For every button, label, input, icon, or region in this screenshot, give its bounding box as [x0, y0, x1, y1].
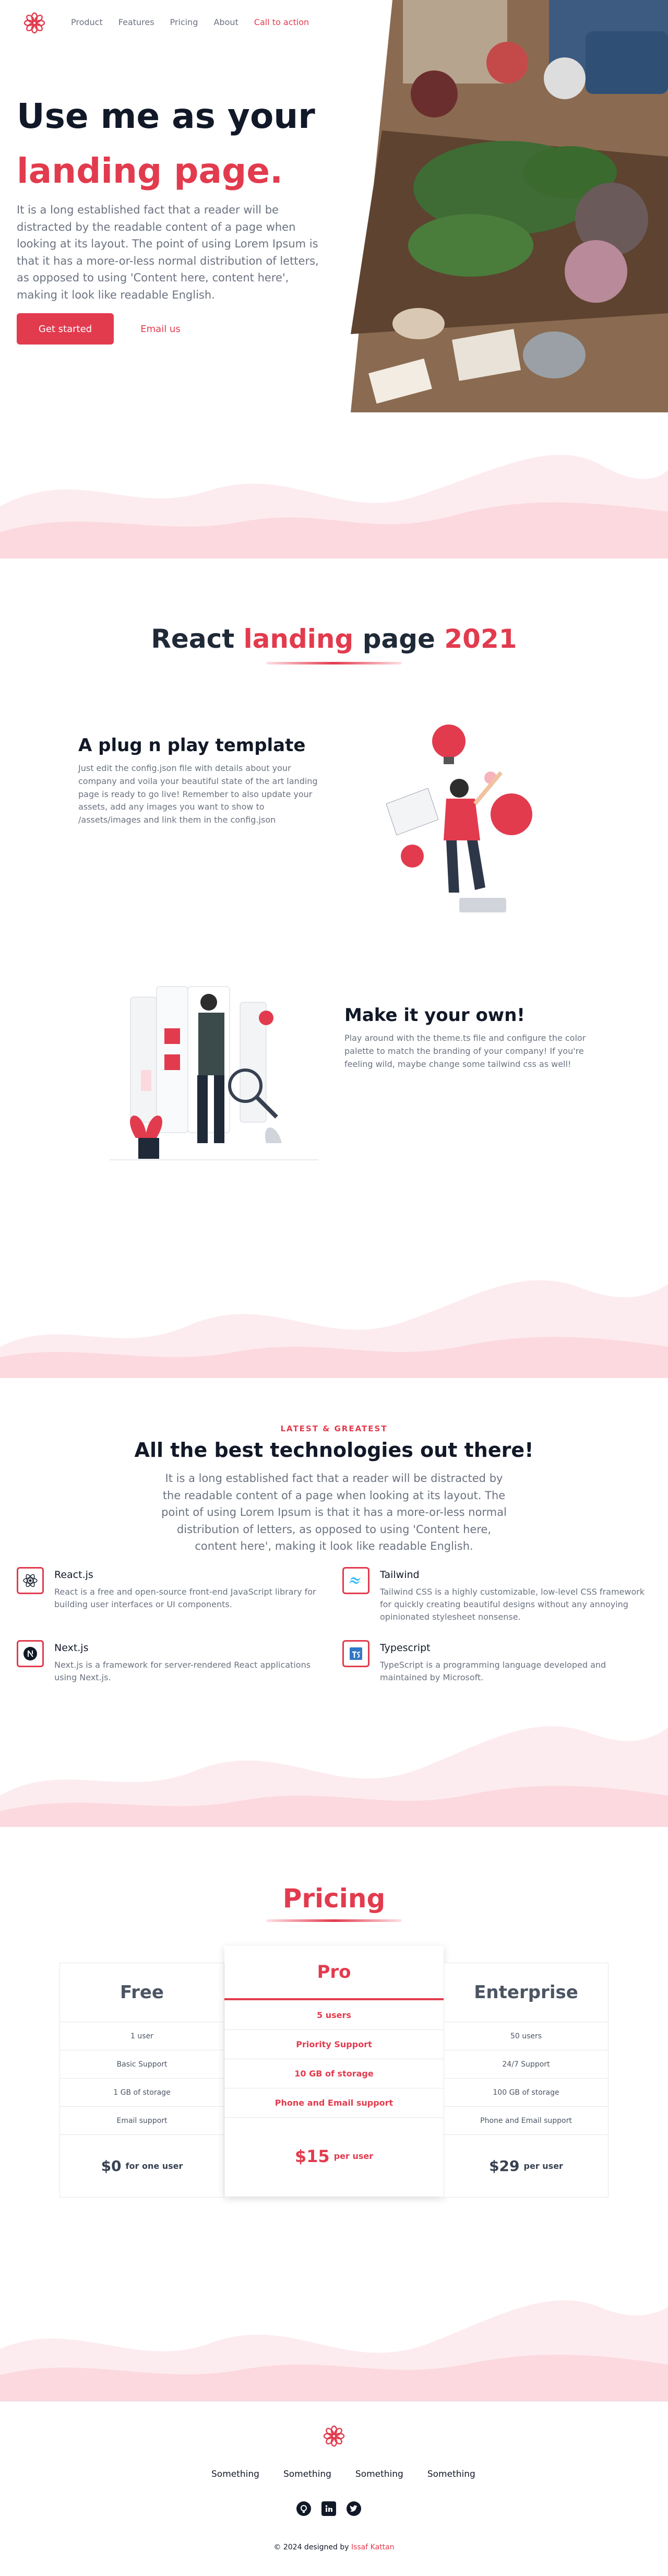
footer-flower-logo-icon[interactable]	[323, 2425, 345, 2448]
plan-price: $29 per user	[444, 2134, 608, 2197]
plan-feature: Priority Support	[224, 2029, 444, 2059]
tech-item-tailwind: Tailwind Tailwind CSS is a highly custom…	[342, 1567, 650, 1623]
nav-about[interactable]: About	[213, 17, 238, 27]
features-heading: React landing page 2021	[0, 624, 668, 654]
plan-feature: 24/7 Support	[444, 2050, 608, 2078]
heading-page: page	[353, 624, 445, 654]
heading-landing: landing	[243, 624, 354, 654]
price-value: $15	[294, 2146, 330, 2166]
get-started-button[interactable]: Get started	[17, 313, 114, 345]
tech-name: Next.js	[54, 1642, 89, 1654]
tech-name: Tailwind	[380, 1569, 420, 1581]
plan-name: Free	[120, 1982, 164, 2003]
app-design-illustration	[110, 986, 318, 1160]
hero-title-line2: landing page.	[17, 150, 283, 191]
plan-feature: 10 GB of storage	[224, 2059, 444, 2088]
nav-product[interactable]: Product	[71, 17, 103, 27]
tech-item-typescript: Typescript TypeScript is a programming l…	[342, 1640, 650, 1684]
feature2-description: Play around with the theme.ts file and c…	[344, 1033, 586, 1069]
feature2-title: Make it your own!	[344, 1005, 525, 1026]
feature1-description: Just edit the config.json file with deta…	[78, 763, 318, 825]
wave-divider-features	[0, 1280, 668, 1378]
top-nav: Product Features Pricing About Call to a…	[23, 11, 309, 34]
lightbulb-illustration	[386, 725, 532, 912]
plan-feature: 1 user	[60, 2022, 224, 2050]
plan-name: Enterprise	[474, 1982, 578, 2003]
plan-feature: 50 users	[444, 2022, 608, 2050]
github-icon[interactable]	[296, 2501, 311, 2516]
plan-feature: 5 users	[317, 2010, 351, 2020]
footer-links: Something Something Something Something	[211, 2469, 475, 2479]
typescript-icon	[342, 1640, 369, 1667]
tailwind-icon	[342, 1567, 369, 1594]
price-period: per user	[333, 2151, 374, 2161]
tech-name: React.js	[54, 1569, 93, 1581]
footer-link[interactable]: Something	[427, 2469, 475, 2479]
plan-pro: Pro 5 users Priority Support 10 GB of st…	[224, 1946, 444, 2197]
email-us-button[interactable]: Email us	[125, 313, 196, 345]
plan-price: $15 per user	[224, 2117, 444, 2194]
wave-divider-tech	[0, 1726, 668, 1827]
footer-link[interactable]: Something	[211, 2469, 259, 2479]
tech-item-react: React.js React is a free and open-source…	[17, 1567, 319, 1611]
flower-logo-icon[interactable]	[23, 11, 46, 34]
plan-enterprise: Enterprise 50 users 24/7 Support 100 GB …	[444, 1963, 609, 2198]
price-value: $29	[489, 2157, 520, 2175]
plan-feature: Phone and Email support	[224, 2088, 444, 2117]
price-value: $0	[101, 2157, 122, 2175]
price-period: per user	[523, 2161, 563, 2171]
hero-title: Use me as your landing page.	[17, 95, 315, 193]
feature1-title: A plug n play template	[78, 735, 306, 756]
plan-price: $0 for one user	[60, 2134, 224, 2197]
footer-link[interactable]: Something	[355, 2469, 403, 2479]
tech-item-nextjs: Next.js Next.js is a framework for serve…	[17, 1640, 319, 1684]
pricing-underline	[266, 1919, 402, 1922]
nav-features[interactable]: Features	[118, 17, 154, 27]
plan-feature: 1 GB of storage	[60, 2078, 224, 2106]
copyright-text: © 2024 designed by	[273, 2543, 351, 2551]
social-links	[296, 2501, 361, 2516]
heading-year: 2021	[444, 624, 517, 654]
plan-feature: Phone and Email support	[444, 2106, 608, 2134]
hero-title-line1: Use me as your	[17, 96, 315, 136]
plan-feature: Email support	[60, 2106, 224, 2134]
tech-desc: Next.js is a framework for server-render…	[54, 1660, 311, 1682]
hero-image	[351, 0, 668, 412]
plan-free: Free 1 user Basic Support 1 GB of storag…	[59, 1963, 224, 2198]
copyright: © 2024 designed by Issaf Kattan	[0, 2543, 668, 2551]
pricing-heading: Pricing	[282, 1883, 386, 1914]
tech-heading: All the best technologies out there!	[134, 1439, 534, 1462]
twitter-icon[interactable]	[347, 2501, 361, 2516]
react-icon	[17, 1567, 44, 1594]
plan-feature: Basic Support	[60, 2050, 224, 2078]
plan-feature: 100 GB of storage	[444, 2078, 608, 2106]
tech-description: It is a long established fact that a rea…	[161, 1472, 507, 1553]
heading-react: React	[151, 624, 244, 654]
price-period: for one user	[125, 2161, 183, 2171]
nextjs-icon	[17, 1640, 44, 1667]
wave-divider-top	[0, 455, 668, 559]
linkedin-icon[interactable]	[321, 2501, 336, 2516]
tech-name: Typescript	[380, 1642, 431, 1654]
heading-underline	[266, 662, 402, 664]
tech-desc: Tailwind CSS is a highly customizable, l…	[380, 1587, 645, 1622]
tech-eyebrow: LATEST & GREATEST	[280, 1424, 388, 1433]
hero-description: It is a long established fact that a rea…	[17, 204, 319, 301]
nav-call-to-action[interactable]: Call to action	[254, 17, 309, 27]
author-link[interactable]: Issaf Kattan	[351, 2543, 395, 2551]
footer-link[interactable]: Something	[283, 2469, 331, 2479]
wave-divider-pricing	[0, 2300, 668, 2401]
plan-name: Pro	[224, 1946, 444, 2000]
tech-desc: React is a free and open-source front-en…	[54, 1587, 316, 1609]
nav-pricing[interactable]: Pricing	[170, 17, 198, 27]
tech-desc: TypeScript is a programming language dev…	[380, 1660, 606, 1682]
